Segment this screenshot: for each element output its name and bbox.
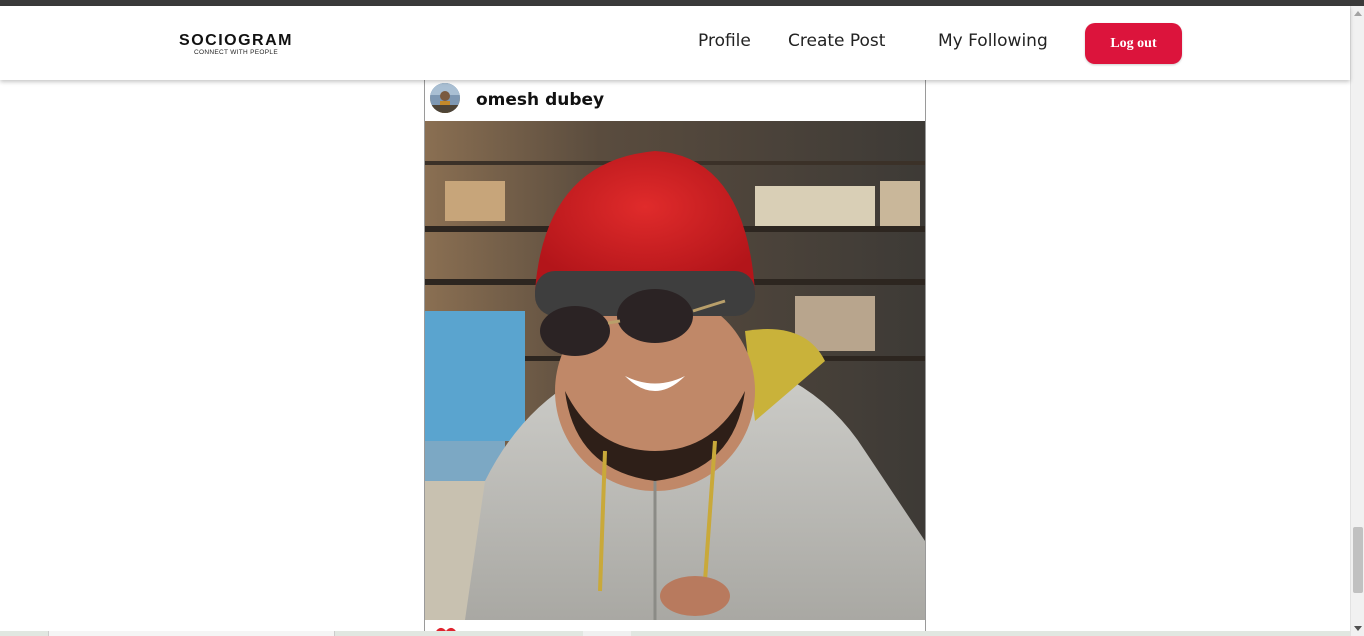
nav-link-my-following[interactable]: My Following	[938, 31, 1048, 51]
post-username[interactable]: omesh dubey	[476, 90, 604, 110]
bottom-strip-segment	[48, 631, 335, 636]
post-photo-icon	[425, 121, 925, 620]
scroll-down-icon[interactable]	[1351, 622, 1364, 636]
nav-link-create-post[interactable]: Create Post	[788, 31, 885, 51]
logout-button[interactable]: Log out	[1085, 23, 1182, 64]
brand-subtitle: CONNECT WITH PEOPLE	[194, 49, 278, 56]
bottom-strip-segment	[583, 631, 631, 636]
scrollbar-thumb[interactable]	[1353, 527, 1363, 593]
brand-logo[interactable]: SOCIOGRAM CONNECT WITH PEOPLE	[175, 32, 297, 57]
navbar: SOCIOGRAM CONNECT WITH PEOPLE Profile Cr…	[0, 6, 1350, 80]
avatar-image	[430, 83, 460, 113]
scroll-up-icon[interactable]	[1351, 6, 1364, 20]
avatar[interactable]	[430, 83, 460, 113]
nav-link-profile[interactable]: Profile	[698, 31, 751, 51]
post-header: omesh dubey	[425, 81, 925, 121]
post-card: omesh dubey	[424, 70, 926, 636]
post-image[interactable]	[425, 121, 925, 620]
brand-title: SOCIOGRAM	[179, 32, 293, 49]
page-scrollbar[interactable]	[1350, 6, 1364, 636]
